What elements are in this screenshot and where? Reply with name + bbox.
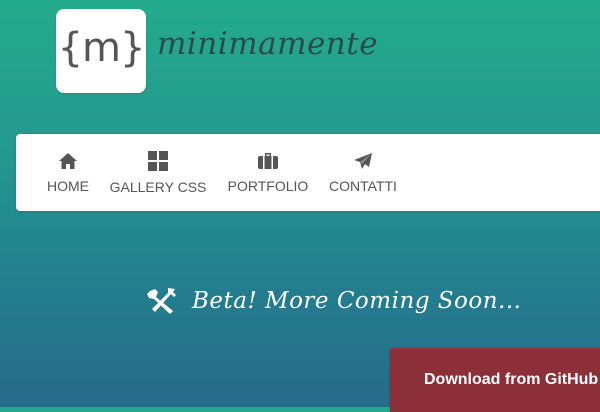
tools-icon xyxy=(147,288,176,314)
nav-label-portfolio: PORTFOLIO xyxy=(227,177,309,194)
logo-mark: {m} xyxy=(57,25,146,71)
beta-banner: Beta! More Coming Soon... xyxy=(146,281,522,321)
nav-item-home[interactable]: HOME xyxy=(46,134,90,211)
brand-name[interactable]: minimamente xyxy=(157,26,378,62)
beta-text: Beta! More Coming Soon... xyxy=(192,288,522,314)
nav-item-contatti[interactable]: CONTATTI xyxy=(328,134,398,211)
main-nav: HOME GALLERY CSS PORTFOLIO CONTATTI xyxy=(16,134,600,211)
nav-item-gallery-css[interactable]: GALLERY CSS xyxy=(109,134,207,211)
download-github-label: Download from GitHub xyxy=(424,371,599,388)
nav-label-gallery-css: GALLERY CSS xyxy=(109,178,207,195)
grid-icon xyxy=(148,150,168,171)
briefcase-icon xyxy=(258,152,278,169)
download-github-button[interactable]: Download from GitHub xyxy=(390,348,600,412)
paper-plane-icon xyxy=(354,152,372,169)
nav-item-portfolio[interactable]: PORTFOLIO xyxy=(227,134,309,211)
nav-label-home: HOME xyxy=(47,177,89,194)
nav-label-contatti: CONTATTI xyxy=(329,177,397,194)
home-icon xyxy=(59,152,77,169)
logo[interactable]: {m} xyxy=(56,9,146,93)
